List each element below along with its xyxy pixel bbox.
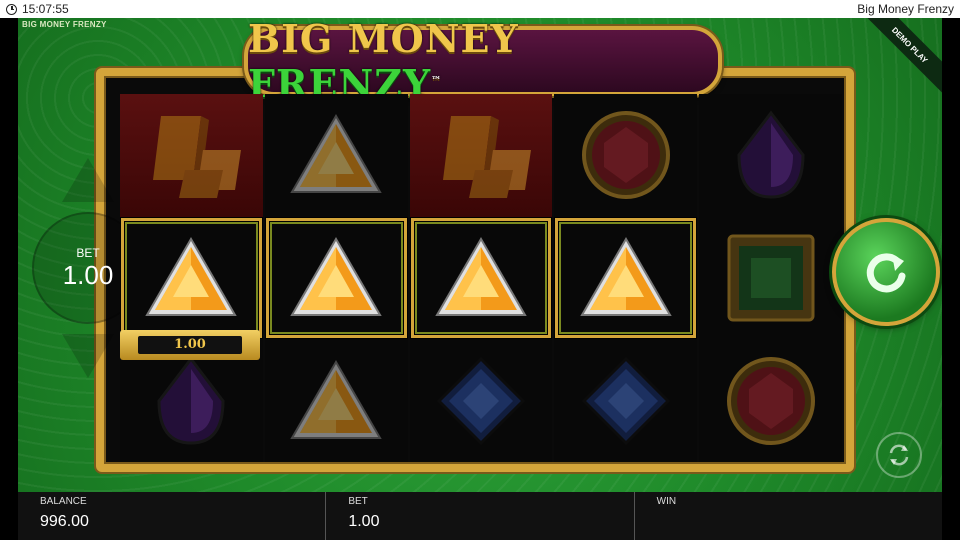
status-time: 15:07:55 [22,2,69,16]
game-stage: BIG MONEY FRENZY DEMO PLAY BIG MONEY FRE… [18,18,942,492]
reel-cell-4-2 [554,216,698,340]
orange-triangle-gem-icon [433,235,529,321]
logo-text-main: BIG MONEY [248,18,519,61]
reel-2 [264,94,408,463]
balance-label: BALANCE [40,496,87,507]
orange-triangle-gem-icon [143,235,239,321]
purple-drop-gem-icon [731,109,811,201]
gold-bars-icon [131,110,251,200]
orange-triangle-gem-icon [288,112,384,198]
win-panel-label: WIN [656,496,677,507]
demo-play-ribbon: DEMO PLAY [859,18,942,96]
reel-cell-5-2 [699,216,842,340]
gold-bars-icon [421,110,541,200]
blue-diamond-gem-icon [435,355,527,447]
reel-cell-3-1 [409,94,553,217]
logo-tm: ™ [431,75,443,87]
bet-selector-label: BET [76,245,100,260]
game-logo: BIG MONEY FRENZY™ [244,18,722,106]
bet-panel: BET 1.00 [326,492,635,540]
orange-triangle-gem-icon [288,235,384,321]
spin-icon [866,253,906,293]
green-square-gem-icon [725,232,817,324]
reel-3 [409,94,553,463]
purple-drop-gem-icon [151,355,231,447]
win-panel: WIN [635,492,942,540]
info-bar: BALANCE 996.00 BET 1.00 WIN [18,492,942,540]
bet-panel-value: 1.00 [348,513,380,530]
reel-cell-4-1 [554,94,698,217]
reel-cell-3-2 [409,216,553,340]
bet-increase-arrow[interactable] [62,158,114,202]
reels-area [120,94,842,463]
line-win-amount: 1.00 [138,336,242,354]
reel-cell-4-3 [554,339,698,463]
orange-triangle-gem-icon [578,235,674,321]
blue-diamond-gem-icon [580,355,672,447]
orange-triangle-gem-icon [288,358,384,444]
reel-cell-3-3 [409,339,553,463]
clock-icon [6,3,17,15]
spin-button[interactable] [832,218,940,326]
reel-4 [554,94,698,463]
status-left: 15:07:55 [6,2,69,16]
reel-cell-5-1 [699,94,842,217]
small-brand-label: BIG MONEY FRENZY [22,20,107,29]
app-title: Big Money Frenzy [857,2,954,16]
reel-cell-2-3 [264,339,408,463]
reel-1 [120,94,263,463]
bet-panel-label: BET [348,496,368,507]
autoplay-button[interactable] [876,432,922,478]
reel-cell-5-3 [699,339,842,463]
balance-value: 996.00 [40,513,89,530]
reel-5 [699,94,842,463]
bet-decrease-arrow[interactable] [62,334,114,378]
status-bar: 15:07:55 Big Money Frenzy [0,0,960,18]
reel-cell-2-2 [264,216,408,340]
red-round-gem-icon [578,109,674,201]
red-round-gem-icon [723,355,819,447]
line-win-plate: 1.00 [120,330,260,360]
reel-cell-2-1 [264,94,408,217]
autoplay-icon [889,444,909,466]
reel-cell-1-1 [120,94,263,217]
reel-cell-1-2 [120,216,263,340]
bet-selector-value: 1.00 [62,259,114,290]
balance-panel: BALANCE 996.00 [18,492,327,540]
